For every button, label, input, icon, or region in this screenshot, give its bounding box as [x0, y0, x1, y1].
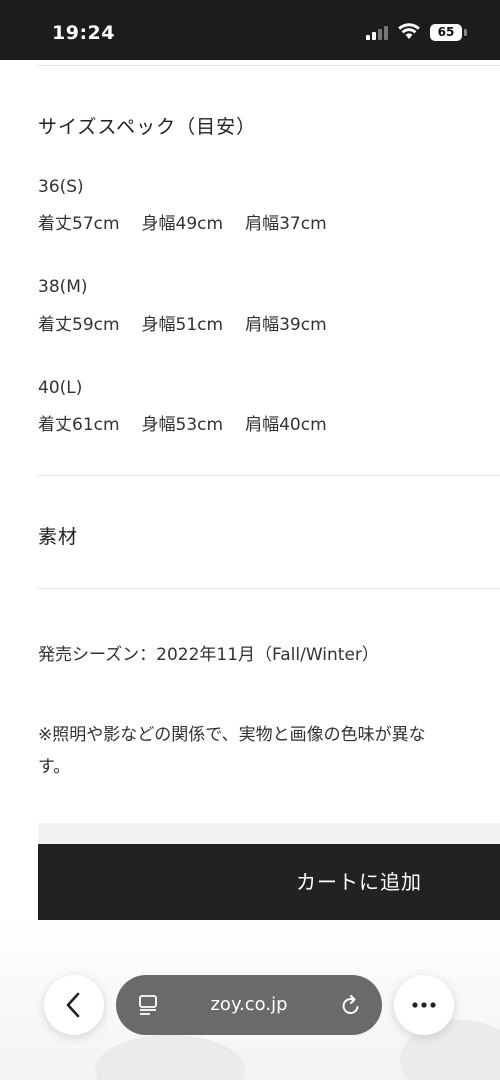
back-icon — [66, 992, 80, 1018]
faded-product-image — [95, 1035, 245, 1080]
length-l: 着丈61cm — [38, 415, 120, 435]
shoulder-m: 肩幅39cm — [245, 315, 327, 335]
width-l: 身幅53cm — [141, 415, 224, 435]
address-bar[interactable]: zoy.co.jp — [116, 975, 382, 1035]
top-divider — [38, 65, 500, 66]
size-spec-l: 着丈61cm 身幅53cm 肩幅40cm — [38, 410, 349, 435]
wifi-icon — [398, 23, 420, 39]
add-to-cart-button[interactable]: カートに追加 — [38, 844, 500, 921]
status-bar: 19:24 65 — [0, 0, 500, 60]
size-label-s: 36(S) — [38, 177, 84, 197]
length-m: 着丈59cm — [38, 315, 120, 335]
signal-icon — [366, 26, 390, 40]
shoulder-l: 肩幅40cm — [245, 415, 327, 435]
product-details: サイズスペック（目安） 36(S) 着丈57cm 身幅49cm 肩幅37cm 38(… — [0, 60, 500, 1080]
release-season: 発売シーズン：2022年11月（Fall/Winter） — [38, 645, 379, 665]
size-spec-title: サイズスペック（目安） — [38, 116, 257, 138]
section-divider — [38, 475, 500, 476]
shoulder-s: 肩幅37cm — [245, 214, 327, 234]
battery-tip — [464, 29, 467, 36]
width-s: 身幅49cm — [141, 214, 224, 234]
width-m: 身幅51cm — [141, 315, 224, 335]
back-button[interactable] — [44, 975, 104, 1035]
color-note-line1: ※照明や影などの関係で、実物と画像の色味が異な — [38, 725, 426, 745]
section-divider — [38, 588, 500, 589]
status-time: 19:24 — [52, 22, 115, 44]
size-spec-s: 着丈57cm 身幅49cm 肩幅37cm — [38, 209, 349, 234]
size-label-m: 38(M) — [38, 277, 88, 297]
gray-band — [38, 823, 500, 845]
color-note-line2: す。 — [38, 757, 71, 777]
material-title[interactable]: 素材 — [38, 522, 78, 549]
reload-icon[interactable] — [340, 993, 362, 1017]
size-label-l: 40(L) — [38, 378, 83, 398]
length-s: 着丈57cm — [38, 214, 120, 234]
size-spec-m: 着丈59cm 身幅51cm 肩幅39cm — [38, 310, 349, 335]
battery-icon: 65 — [430, 24, 462, 41]
more-icon — [412, 1002, 436, 1008]
more-button[interactable] — [394, 975, 454, 1035]
